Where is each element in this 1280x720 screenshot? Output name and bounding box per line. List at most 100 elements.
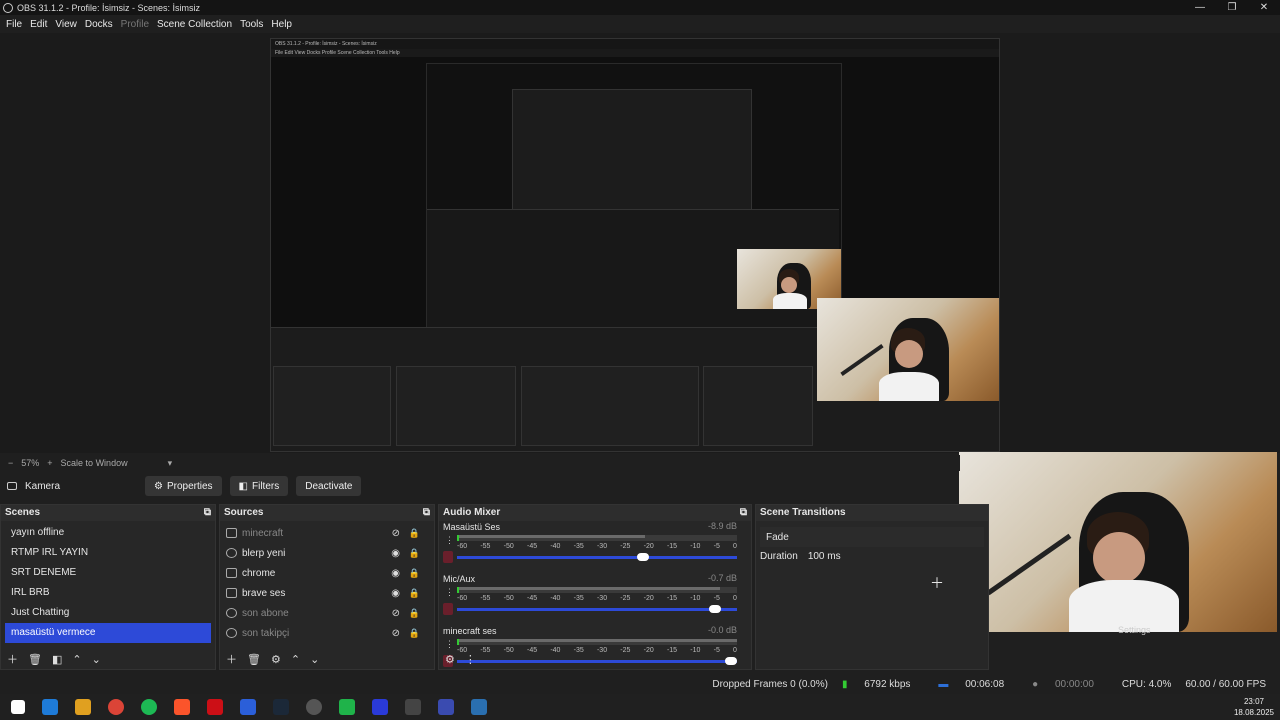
scale-mode[interactable]: Scale to Window <box>61 458 128 468</box>
source-toolbar: Kamera ⚙ Properties ◧ Filters Deactivate <box>0 474 960 498</box>
source-item[interactable]: son abone ⊘ 🔒 <box>220 603 434 623</box>
taskbar: 23:07 18.08.2025 <box>0 694 1280 720</box>
menu-file[interactable]: File <box>6 19 22 30</box>
settings-button[interactable]: Settings <box>1118 625 1151 635</box>
taskbar-app-icon[interactable] <box>74 699 91 715</box>
lock-icon[interactable]: 🔒 <box>409 528 420 539</box>
window-controls: — ❐ ✕ <box>1184 0 1280 15</box>
gear-icon[interactable]: ⚙ <box>271 653 281 666</box>
channel-menu-icon[interactable]: ⋮ <box>445 535 454 546</box>
mixer-tick-label: -60 <box>457 595 468 602</box>
taskbar-app-icon[interactable] <box>371 699 388 715</box>
more-options-icon[interactable]: ⋮ <box>465 653 476 666</box>
audio-mixer-header: Audio Mixer ⧉ <box>439 505 751 521</box>
eye-icon[interactable]: ◉ <box>391 588 400 599</box>
audio-mixer-title: Audio Mixer <box>443 507 501 518</box>
volume-slider-knob[interactable] <box>637 553 649 561</box>
mute-icon[interactable] <box>443 551 453 563</box>
add-icon[interactable]: ＋ <box>226 651 237 667</box>
mixer-tick-label: -50 <box>503 543 514 550</box>
scene-item[interactable]: RTMP IRL YAYIN <box>5 543 211 563</box>
dock-float-icon[interactable]: ⧉ <box>204 505 211 521</box>
taskbar-app-icon[interactable] <box>338 699 355 715</box>
taskbar-app-icon[interactable] <box>140 699 157 715</box>
menu-help[interactable]: Help <box>271 19 292 30</box>
zoom-in-button[interactable]: + <box>47 458 52 468</box>
meter-ticks: -60 -55 -50 -45 -40 -35 -30 -25 -20 -15 -10 -5 0 <box>457 595 737 602</box>
properties-button[interactable]: ⚙ Properties <box>145 476 222 496</box>
dock-float-icon[interactable]: ⧉ <box>740 505 747 521</box>
menu-edit[interactable]: Edit <box>30 19 47 30</box>
transition-select[interactable]: Fade <box>760 527 984 547</box>
scene-item-selected[interactable]: masaüstü vermece <box>5 623 211 643</box>
windows-start-icon[interactable] <box>10 700 25 714</box>
eye-hidden-icon[interactable]: ⊘ <box>392 608 400 619</box>
source-item[interactable]: blerp yeni ◉ 🔒 <box>220 543 434 563</box>
obs-app-icon <box>3 2 13 13</box>
taskbar-app-icon[interactable] <box>41 699 58 715</box>
source-name: minecraft <box>242 527 284 539</box>
scene-item[interactable]: yayın offline <box>5 523 211 543</box>
zoom-out-button[interactable]: − <box>8 458 13 468</box>
minimize-button[interactable]: — <box>1184 0 1216 15</box>
taskbar-app-icon[interactable] <box>437 699 454 715</box>
taskbar-app-icon[interactable] <box>470 699 487 715</box>
scene-item[interactable]: Just Chatting <box>5 603 211 623</box>
lock-icon[interactable]: 🔒 <box>409 608 420 619</box>
move-up-icon[interactable]: ⌃ <box>291 653 300 666</box>
taskbar-app-icon[interactable] <box>239 699 256 715</box>
add-icon[interactable]: ＋ <box>7 651 18 667</box>
restore-button[interactable]: ❐ <box>1216 0 1248 15</box>
move-up-icon[interactable]: ⌃ <box>72 653 81 666</box>
move-down-icon[interactable]: ⌄ <box>310 653 319 666</box>
source-item[interactable]: minecraft ⊘ 🔒 <box>220 523 434 543</box>
menu-view[interactable]: View <box>55 19 77 30</box>
scene-item[interactable]: IRL BRB <box>5 583 211 603</box>
cpu-usage: CPU: 4.0% <box>1121 678 1172 690</box>
taskbar-app-icon[interactable] <box>107 699 124 715</box>
move-down-icon[interactable]: ⌄ <box>92 653 101 666</box>
deactivate-button[interactable]: Deactivate <box>296 476 362 496</box>
eye-hidden-icon[interactable]: ⊘ <box>392 628 400 639</box>
taskbar-app-icon[interactable] <box>272 699 289 715</box>
nested-scenes <box>273 366 391 446</box>
preview-zoom-bar: − 57% + Scale to Window ▾ <box>0 455 960 471</box>
lock-icon[interactable]: 🔒 <box>409 548 420 559</box>
trash-icon[interactable]: 🗑 <box>28 653 42 666</box>
volume-slider[interactable] <box>457 605 737 613</box>
menu-tools[interactable]: Tools <box>240 19 263 30</box>
volume-slider-knob[interactable] <box>709 605 721 613</box>
source-item[interactable]: brave ses ◉ 🔒 <box>220 583 434 603</box>
trash-icon[interactable]: 🗑 <box>247 653 261 666</box>
mute-icon[interactable] <box>443 603 453 615</box>
taskbar-app-icon[interactable] <box>305 699 322 715</box>
add-transition-icon[interactable]: ＋ <box>930 573 944 593</box>
menu-docks[interactable]: Docks <box>85 19 113 30</box>
menu-scene-collection[interactable]: Scene Collection <box>157 19 232 30</box>
lock-icon[interactable]: 🔒 <box>409 588 420 599</box>
dock-float-icon[interactable]: ⧉ <box>423 505 430 521</box>
system-clock[interactable]: 23:07 18.08.2025 <box>1234 696 1274 718</box>
lock-icon[interactable]: 🔒 <box>409 628 420 639</box>
eye-icon[interactable]: ◉ <box>391 548 400 559</box>
scale-dropdown-icon[interactable]: ▾ <box>168 458 173 469</box>
close-button[interactable]: ✕ <box>1248 0 1280 15</box>
scene-filters-icon[interactable]: ◧ <box>52 653 62 666</box>
volume-slider[interactable] <box>457 553 737 561</box>
scene-item[interactable]: SRT DENEME <box>5 563 211 583</box>
taskbar-app-icon[interactable] <box>404 699 421 715</box>
menu-profile[interactable]: Profile <box>121 19 149 30</box>
lock-icon[interactable]: 🔒 <box>409 568 420 579</box>
channel-menu-icon[interactable]: ⋮ <box>445 587 454 598</box>
eye-hidden-icon[interactable]: ⊘ <box>392 528 400 539</box>
gear-icon[interactable]: ⚙ <box>445 653 455 666</box>
taskbar-app-icon[interactable] <box>206 699 223 715</box>
volume-meter <box>457 535 737 541</box>
scene-transitions-dock: Scene Transitions Fade Duration 100 ms ＋… <box>755 504 1151 670</box>
eye-icon[interactable]: ◉ <box>391 568 400 579</box>
source-item[interactable]: son takipçi ⊘ 🔒 <box>220 623 434 643</box>
source-item[interactable]: chrome ◉ 🔒 <box>220 563 434 583</box>
duration-input[interactable]: 100 ms <box>808 551 841 562</box>
filters-button[interactable]: ◧ Filters <box>229 476 289 496</box>
taskbar-app-icon[interactable] <box>173 699 190 715</box>
